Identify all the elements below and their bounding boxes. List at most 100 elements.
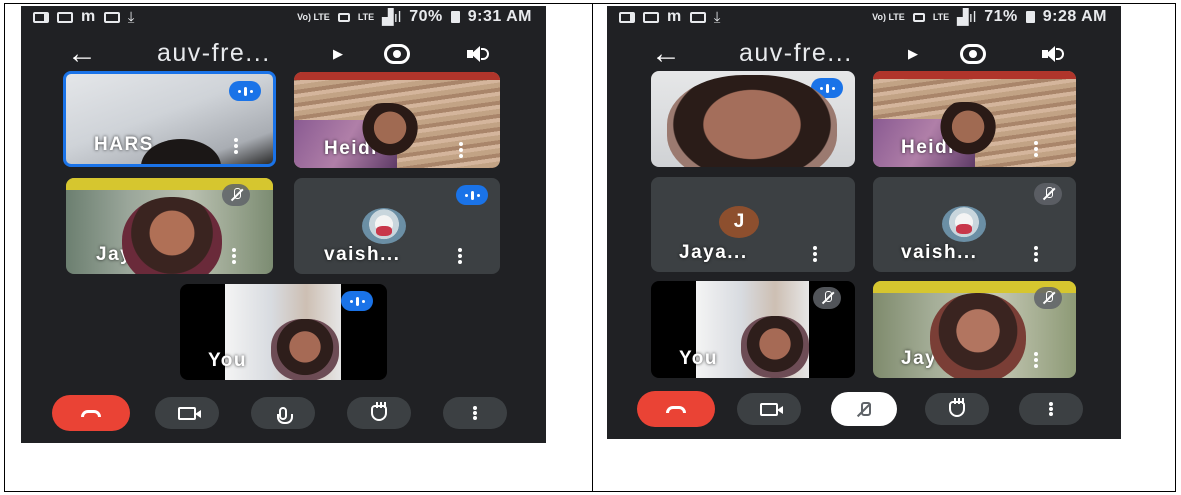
hangup-button[interactable] xyxy=(637,391,715,427)
participant-tile-vaish[interactable]: vaish... xyxy=(873,177,1076,272)
signal-icon: ▟ıl xyxy=(957,9,977,26)
phone-screenshot-right: m ⤓ Vo) LTE LTE ▟ıl 71% 9:28 AM ← auv-fr… xyxy=(607,6,1121,439)
participant-tile-vaish[interactable]: vaish... xyxy=(294,178,500,274)
clock: 9:31 AM xyxy=(467,8,532,25)
meeting-toolbar: ← auv-fre... ▶ xyxy=(607,31,1121,76)
hangup-icon xyxy=(81,409,101,417)
participant-tile-self[interactable]: You xyxy=(651,281,855,378)
image-notification-icon xyxy=(689,11,706,23)
lte-label: LTE xyxy=(357,11,375,22)
raise-hand-icon xyxy=(371,402,387,421)
participant-tile-jaya-video[interactable]: Jaya... xyxy=(873,281,1076,378)
status-bar: m ⤓ Vo) LTE LTE ▟ıl 70% 9:31 AM xyxy=(21,6,546,28)
more-vert-icon[interactable] xyxy=(234,138,238,154)
volte-label: Vo) LTE xyxy=(872,11,905,22)
caret-right-icon[interactable]: ▶ xyxy=(333,46,343,62)
camera-button[interactable] xyxy=(737,393,801,425)
meeting-title[interactable]: auv-fre... xyxy=(157,39,271,68)
participant-avatar xyxy=(942,206,986,242)
download-icon: ⤓ xyxy=(127,8,135,26)
camera-button[interactable] xyxy=(155,397,219,429)
lte-label: LTE xyxy=(932,11,950,22)
more-vert-icon[interactable] xyxy=(458,248,462,264)
download-icon: ⤓ xyxy=(713,8,721,26)
mic-off-icon xyxy=(1034,287,1062,309)
battery-percent: 70% xyxy=(409,8,443,25)
participant-avatar: J xyxy=(719,206,759,238)
more-vert-icon[interactable] xyxy=(459,142,463,158)
app-notification-icon: m xyxy=(667,8,682,25)
status-bar: m ⤓ Vo) LTE LTE ▟ıl 71% 9:28 AM xyxy=(607,6,1121,28)
hangup-button[interactable] xyxy=(52,395,130,431)
camera-icon xyxy=(178,406,201,420)
participant-name: Heidi xyxy=(324,138,378,159)
battery-icon xyxy=(450,11,460,23)
more-vert-icon[interactable] xyxy=(813,141,817,157)
mic-off-icon xyxy=(858,401,871,417)
signal-icon: ▟ıl xyxy=(382,9,402,26)
participant-tile-harsha[interactable]: HARS... xyxy=(63,71,276,167)
microphone-button[interactable] xyxy=(251,397,315,429)
microphone-muted-button[interactable] xyxy=(831,392,897,426)
speaking-indicator-icon xyxy=(456,185,488,205)
mic-icon xyxy=(277,406,293,424)
data-saver-icon xyxy=(912,12,925,22)
participant-name: Heidi xyxy=(901,137,955,158)
video-notification-icon xyxy=(33,11,49,23)
participant-tile-heidi[interactable]: Heidi xyxy=(294,72,500,168)
participant-avatar xyxy=(362,208,406,244)
mic-off-icon xyxy=(1034,183,1062,205)
more-vert-icon xyxy=(473,406,477,420)
participant-tile-heidi[interactable]: Heidi xyxy=(873,71,1076,167)
more-vert-icon[interactable] xyxy=(1034,141,1038,157)
camera-icon xyxy=(760,402,783,416)
participant-name: Jaya... xyxy=(679,242,748,263)
switch-camera-icon[interactable] xyxy=(384,43,410,64)
participant-tile-harsha[interactable]: HARS... xyxy=(651,71,855,167)
mic-off-icon xyxy=(222,184,250,206)
raise-hand-button[interactable] xyxy=(347,397,411,429)
back-arrow-icon[interactable]: ← xyxy=(651,38,681,69)
clock: 9:28 AM xyxy=(1042,8,1107,25)
more-vert-icon xyxy=(1049,402,1053,416)
raise-hand-button[interactable] xyxy=(925,393,989,425)
back-arrow-icon[interactable]: ← xyxy=(67,38,97,69)
speaking-indicator-icon xyxy=(229,81,261,101)
mail-notification-icon xyxy=(643,11,659,23)
mail-notification-icon xyxy=(57,11,73,23)
meeting-title[interactable]: auv-fre... xyxy=(739,39,853,68)
participant-tile-jaya[interactable]: Jaya... xyxy=(66,178,273,274)
participant-name: HARS... xyxy=(94,134,175,155)
participant-name: HARS... xyxy=(679,137,760,158)
participant-name: Jaya... xyxy=(96,244,165,265)
more-vert-icon[interactable] xyxy=(232,248,236,264)
participant-tile-jaya-avatar[interactable]: J Jaya... xyxy=(651,177,855,272)
participant-name: vaish... xyxy=(901,242,978,263)
speaking-indicator-icon xyxy=(811,78,843,98)
speaker-icon[interactable] xyxy=(467,45,489,62)
more-vert-icon[interactable] xyxy=(813,246,817,262)
volte-label: Vo) LTE xyxy=(297,11,330,22)
speaker-icon[interactable] xyxy=(1042,45,1064,62)
participant-name: You xyxy=(208,350,247,371)
data-saver-icon xyxy=(337,12,350,22)
participant-name: You xyxy=(679,348,718,369)
app-notification-icon: m xyxy=(81,8,96,25)
raise-hand-icon xyxy=(949,398,965,417)
image-notification-icon xyxy=(103,11,120,23)
more-vert-icon[interactable] xyxy=(1034,352,1038,368)
more-options-button[interactable] xyxy=(1019,393,1083,425)
table-divider xyxy=(592,3,593,492)
phone-screenshot-left: m ⤓ Vo) LTE LTE ▟ıl 70% 9:31 AM ← auv-fr… xyxy=(21,6,546,443)
speaking-indicator-icon xyxy=(341,291,373,311)
participant-tile-self[interactable]: You xyxy=(180,284,387,380)
participant-name: Jaya... xyxy=(901,348,970,369)
battery-percent: 71% xyxy=(984,8,1018,25)
switch-camera-icon[interactable] xyxy=(960,43,986,64)
meeting-toolbar: ← auv-fre... ▶ xyxy=(21,31,546,76)
mic-off-icon xyxy=(813,287,841,309)
more-vert-icon[interactable] xyxy=(1034,246,1038,262)
more-options-button[interactable] xyxy=(443,397,507,429)
caret-right-icon[interactable]: ▶ xyxy=(908,46,918,62)
video-notification-icon xyxy=(619,11,635,23)
